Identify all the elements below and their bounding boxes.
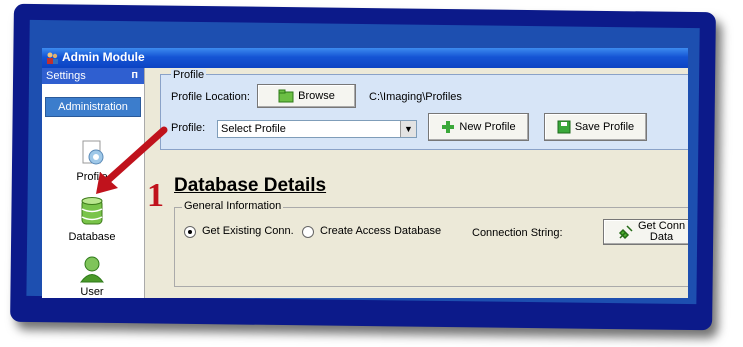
radio-existing-conn[interactable] xyxy=(184,226,196,238)
plus-icon xyxy=(442,121,455,133)
profile-legend: Profile xyxy=(171,69,207,81)
radio-access-label: Create Access Database xyxy=(320,225,442,237)
save-disk-icon xyxy=(557,120,571,134)
pin-icon[interactable]: ᴨ xyxy=(131,69,138,81)
profile-select-value: Select Profile xyxy=(221,123,286,135)
general-information-legend: General Information xyxy=(182,200,284,212)
profile-location-label: Profile Location: xyxy=(171,91,250,103)
settings-label: Settings xyxy=(46,70,86,82)
settings-header: Settings ᴨ xyxy=(42,68,144,84)
radio-create-access[interactable] xyxy=(302,226,314,238)
get-conn-line2: Data xyxy=(649,231,674,243)
plug-icon xyxy=(618,225,633,240)
folder-icon xyxy=(278,89,294,103)
profile-select[interactable]: Select Profile ▼ xyxy=(217,120,417,138)
browse-button[interactable]: Browse xyxy=(257,84,356,108)
red-pointer-arrow-icon xyxy=(96,126,168,194)
sidebar-item-label: User xyxy=(80,286,104,298)
save-profile-label: Save Profile xyxy=(574,121,635,133)
profile-label: Profile: xyxy=(171,122,206,134)
profile-panel: Profile Profile Location: Browse C:\Imag… xyxy=(160,69,688,150)
browse-label: Browse xyxy=(298,90,335,102)
tab-administration[interactable]: Administration xyxy=(45,97,141,117)
new-profile-label: New Profile xyxy=(459,121,516,133)
new-profile-button[interactable]: New Profile xyxy=(428,113,529,141)
window-title: Admin Module xyxy=(62,50,145,64)
get-connection-data-button[interactable]: Get Conn Data xyxy=(603,219,688,245)
title-bar: Admin Module xyxy=(42,48,688,68)
app-users-icon xyxy=(47,52,58,64)
save-profile-button[interactable]: Save Profile xyxy=(544,113,647,141)
chevron-down-icon[interactable]: ▼ xyxy=(400,121,416,137)
radio-existing-label: Get Existing Conn. xyxy=(202,225,294,237)
profile-path: C:\Imaging\Profiles xyxy=(369,91,462,103)
user-icon xyxy=(80,256,104,283)
general-information-group: General Information Get Existing Conn. C… xyxy=(174,200,688,287)
database-details-title: Database Details xyxy=(174,175,327,196)
sidebar-item-user[interactable]: User xyxy=(52,255,132,298)
sidebar-item-label: Database xyxy=(68,231,116,243)
connection-string-label: Connection String: xyxy=(472,227,563,239)
